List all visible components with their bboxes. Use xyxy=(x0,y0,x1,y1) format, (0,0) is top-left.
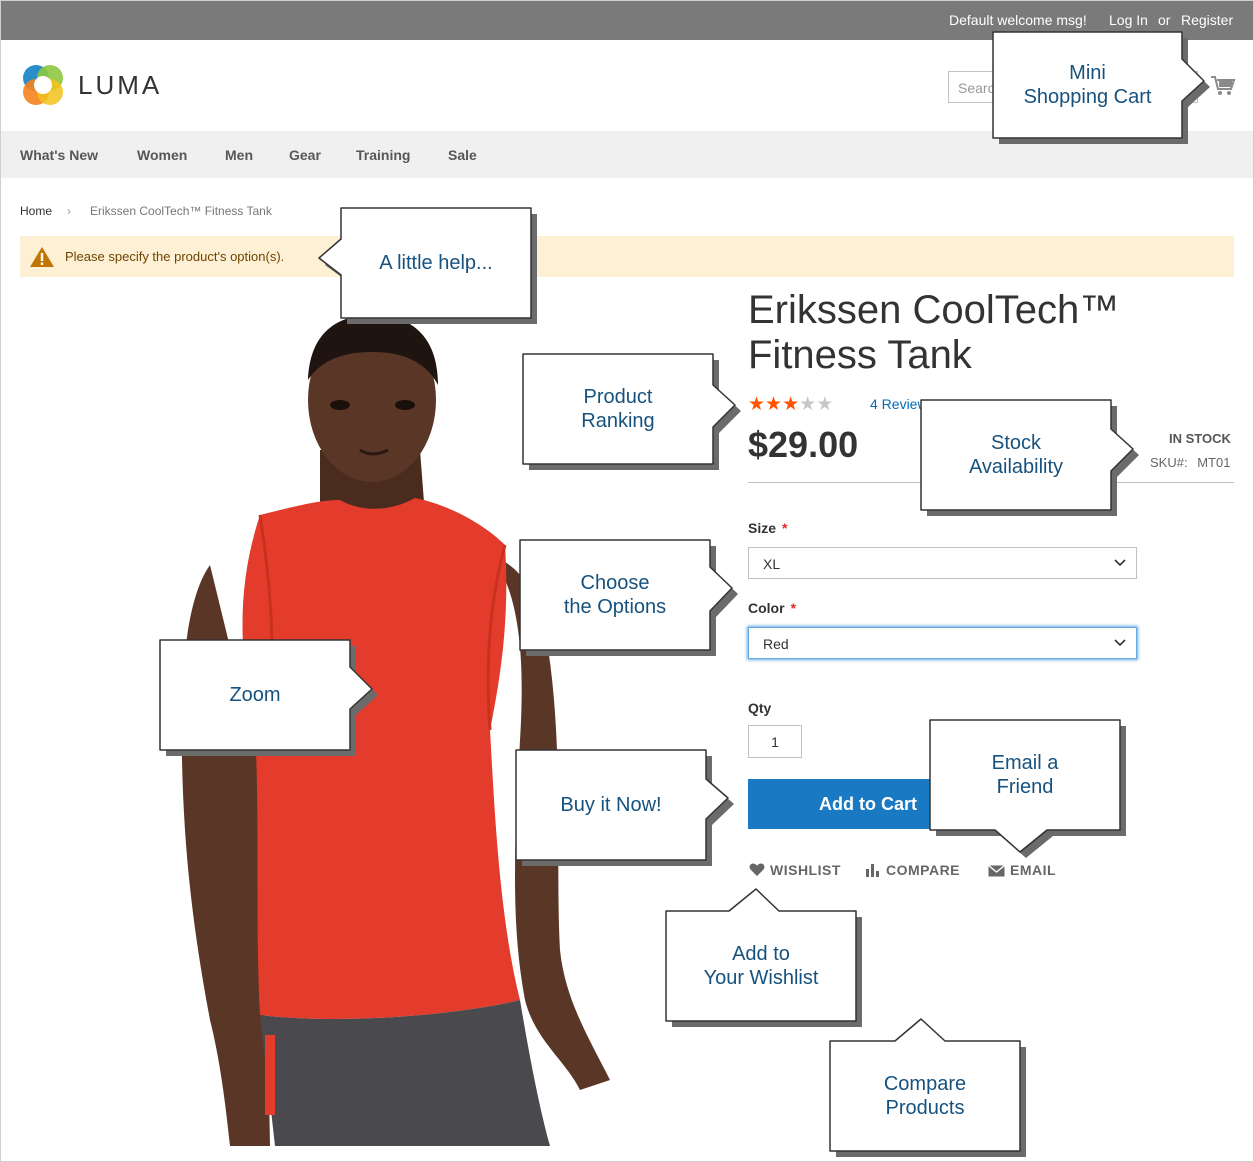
chevron-down-icon xyxy=(1114,559,1126,567)
callout-mini-cart: Mini Shopping Cart xyxy=(992,31,1212,145)
callout-compare-products: Compare Products xyxy=(829,1017,1029,1158)
required-mark: * xyxy=(782,520,788,536)
stock-status: IN STOCK xyxy=(1169,431,1231,446)
callout-email-friend: Email a Friend xyxy=(929,719,1129,859)
welcome-message: Default welcome msg! xyxy=(949,12,1087,28)
login-link[interactable]: Log In xyxy=(1109,12,1148,28)
callout-text: Products xyxy=(885,1097,965,1119)
size-label: Size * xyxy=(748,520,787,536)
callout-text: Email a xyxy=(991,752,1059,774)
envelope-icon xyxy=(988,864,1005,877)
color-label-text: Color xyxy=(748,600,785,616)
callout-add-wishlist: Add to Your Wishlist xyxy=(665,887,865,1028)
warning-text: Please specify the product's option(s). xyxy=(65,249,285,264)
nav-item-men[interactable]: Men xyxy=(225,147,253,163)
star-icon: ★ xyxy=(782,394,800,415)
callout-buy-it-now: Buy it Now! xyxy=(515,749,737,867)
size-select-value: XL xyxy=(763,556,781,572)
breadcrumb-current: Erikssen CoolTech™ Fitness Tank xyxy=(90,204,272,218)
nav-item-sale[interactable]: Sale xyxy=(448,147,477,163)
register-link[interactable]: Register xyxy=(1181,12,1233,28)
required-mark: * xyxy=(790,600,797,616)
callout-text: A little help... xyxy=(379,252,493,274)
color-select[interactable]: Red xyxy=(748,627,1137,659)
sku: SKU#: MT01 xyxy=(1150,455,1230,470)
callout-zoom: Zoom xyxy=(159,639,381,757)
rating-stars: ★★★★★ xyxy=(748,393,833,416)
qty-label: Qty xyxy=(748,700,772,716)
callout-text: Your Wishlist xyxy=(703,967,819,989)
callout-little-help: A little help... xyxy=(318,207,538,325)
product-price: $29.00 xyxy=(748,424,859,465)
warning-icon xyxy=(30,247,54,267)
wishlist-link[interactable]: WISHLIST xyxy=(749,862,841,878)
nav-item-whats-new[interactable]: What's New xyxy=(20,147,98,163)
callout-text: the Options xyxy=(563,596,667,618)
callout-text: Ranking xyxy=(581,410,655,432)
email-label: EMAIL xyxy=(1010,862,1057,878)
breadcrumb-home[interactable]: Home xyxy=(20,204,52,218)
nav-item-training[interactable]: Training xyxy=(356,147,410,163)
callout-text: Add to xyxy=(732,943,790,965)
callout-text: Shopping Cart xyxy=(1023,86,1152,108)
star-icon: ★ xyxy=(765,394,783,415)
callout-text: Friend xyxy=(996,776,1054,798)
wishlist-label: WISHLIST xyxy=(770,862,841,878)
callout-stock-availability: Stock Availability xyxy=(920,399,1142,517)
product-title: Erikssen CoolTech™ Fitness Tank xyxy=(748,288,1168,378)
size-select[interactable]: XL xyxy=(748,547,1137,579)
warning-message: Please specify the product's option(s). xyxy=(20,236,1234,277)
callout-choose-options: Choose the Options xyxy=(519,539,741,657)
product-title-line-1: Erikssen CoolTech™ xyxy=(748,288,1120,332)
cart-icon[interactable] xyxy=(1210,74,1236,98)
heart-icon xyxy=(749,863,765,876)
qty-input[interactable]: 1 xyxy=(748,725,802,758)
email-link[interactable]: EMAIL xyxy=(988,862,1056,878)
chevron-down-icon xyxy=(1114,639,1126,647)
callout-text: Product xyxy=(583,386,653,408)
color-label: Color * xyxy=(748,600,796,616)
sku-value: MT01 xyxy=(1197,455,1231,470)
callout-text: Compare xyxy=(883,1073,967,1095)
breadcrumb-separator-icon: › xyxy=(67,204,71,218)
callout-text: Stock xyxy=(990,432,1042,454)
callout-text: Zoom xyxy=(229,684,281,706)
luma-logo-icon[interactable] xyxy=(20,62,66,108)
compare-label: COMPARE xyxy=(886,862,961,878)
reviews-link[interactable]: 4 Review xyxy=(870,396,928,412)
logo-text[interactable]: LUMA xyxy=(78,70,162,101)
color-select-value: Red xyxy=(763,636,789,652)
star-empty-icon: ★ xyxy=(816,394,834,415)
nav-item-gear[interactable]: Gear xyxy=(289,147,321,163)
star-icon: ★ xyxy=(748,394,766,415)
callout-product-ranking: Product Ranking xyxy=(522,353,744,471)
callout-text: Choose xyxy=(580,572,650,594)
product-title-line-2: Fitness Tank xyxy=(748,333,972,377)
compare-icon xyxy=(866,864,879,877)
or-text: or xyxy=(1158,12,1171,28)
callout-text: Mini xyxy=(1069,62,1106,84)
nav-item-women[interactable]: Women xyxy=(137,147,187,163)
sku-label: SKU#: xyxy=(1150,455,1188,470)
callout-text: Availability xyxy=(968,456,1064,478)
star-empty-icon: ★ xyxy=(799,394,817,415)
size-label-text: Size xyxy=(748,520,777,536)
callout-text: Buy it Now! xyxy=(560,794,662,816)
compare-link[interactable]: COMPARE xyxy=(865,862,960,878)
